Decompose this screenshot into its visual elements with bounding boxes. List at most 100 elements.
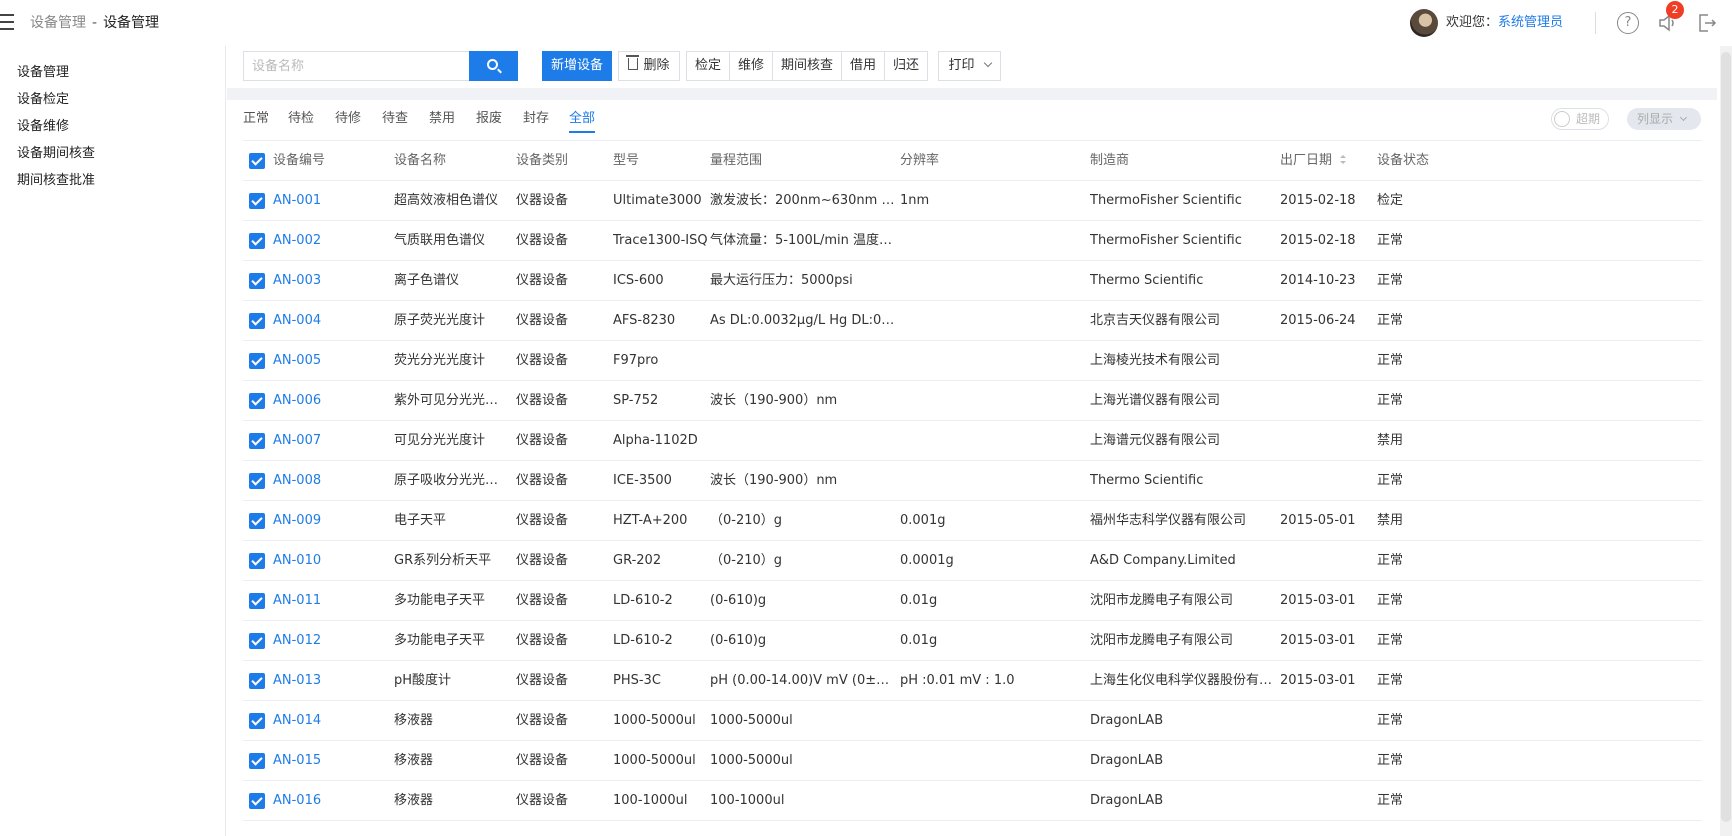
- table-row[interactable]: AN-007 可见分光光度计 仪器设备 Alpha-1102D 上海谱元仪器有限公司 禁用: [243, 421, 1702, 461]
- row-checkbox[interactable]: [249, 313, 265, 329]
- sidebar-item-interim-check[interactable]: 设备期间核查: [17, 145, 95, 163]
- cell-equipment-id[interactable]: AN-015: [273, 741, 383, 781]
- scrollbar-thumb[interactable]: [1721, 52, 1731, 822]
- table-row[interactable]: AN-015 移液器 仪器设备 1000-5000ul 1000-5000ul Drago…: [243, 741, 1702, 781]
- delete-button[interactable]: 删除: [618, 51, 680, 81]
- column-display-dropdown[interactable]: 列显示: [1627, 108, 1701, 130]
- row-checkbox[interactable]: [249, 353, 265, 369]
- cell-equipment-id[interactable]: AN-013: [273, 661, 383, 701]
- cell-equipment-category: 仪器设备: [516, 633, 569, 648]
- table-row[interactable]: AN-013 pH酸度计 仪器设备 PHS-3C pH (0.00-14.00)V mV…: [243, 661, 1702, 701]
- breadcrumb-parent[interactable]: 设备管理: [30, 15, 86, 31]
- return-button[interactable]: 归还: [884, 51, 928, 81]
- row-checkbox[interactable]: [249, 473, 265, 489]
- table-row[interactable]: AN-012 多功能电子天平 仪器设备 LD-610-2 (0-610)g 0.01g 沈阳…: [243, 621, 1702, 661]
- table-row[interactable]: AN-002 气质联用色谱仪 仪器设备 Trace1300-ISQ 气体流量：5-100…: [243, 221, 1702, 261]
- sidebar-item-equipment-repair[interactable]: 设备维修: [17, 118, 69, 136]
- tab-pending-repair[interactable]: 待修: [335, 110, 361, 128]
- cell-equipment-name: 移液器: [394, 713, 434, 728]
- print-dropdown[interactable]: 打印: [938, 51, 1001, 81]
- cell-equipment-id[interactable]: AN-005: [273, 341, 383, 381]
- logout-icon[interactable]: [1696, 12, 1718, 34]
- cell-equipment-status: 正常: [1377, 673, 1404, 688]
- cell-equipment-id[interactable]: AN-003: [273, 261, 383, 301]
- breadcrumb: 设备管理 - 设备管理: [30, 14, 159, 32]
- sidebar-item-interim-check-approval[interactable]: 期间核查批准: [17, 172, 95, 190]
- cell-model: PHS-3C: [613, 673, 661, 688]
- cell-equipment-status: 正常: [1377, 593, 1404, 608]
- table-row[interactable]: AN-004 原子荧光光度计 仪器设备 AFS-8230 As DL:0.0032μg/…: [243, 301, 1702, 341]
- row-checkbox[interactable]: [249, 673, 265, 689]
- row-checkbox[interactable]: [249, 593, 265, 609]
- cell-equipment-id[interactable]: AN-008: [273, 461, 383, 501]
- cell-equipment-id[interactable]: AN-009: [273, 501, 383, 541]
- borrow-button[interactable]: 借用: [841, 51, 885, 81]
- tab-sealed[interactable]: 封存: [523, 110, 549, 128]
- row-checkbox[interactable]: [249, 553, 265, 569]
- table-row[interactable]: AN-006 紫外可见分光光度计 仪器设备 SP-752 波长（190-900）nm 上海…: [243, 381, 1702, 421]
- table-row[interactable]: AN-011 多功能电子天平 仪器设备 LD-610-2 (0-610)g 0.01g 沈阳…: [243, 581, 1702, 621]
- hamburger-icon[interactable]: [0, 14, 14, 32]
- avatar[interactable]: [1410, 9, 1438, 37]
- cell-equipment-id[interactable]: AN-007: [273, 421, 383, 461]
- calibrate-button[interactable]: 检定: [686, 51, 730, 81]
- row-checkbox[interactable]: [249, 273, 265, 289]
- sidebar-item-equipment-management[interactable]: 设备管理: [17, 64, 69, 82]
- cell-resolution: 0.001g: [900, 513, 946, 528]
- table-row[interactable]: AN-010 GR系列分析天平 仪器设备 GR-202 （0-210）g 0.0001g A…: [243, 541, 1702, 581]
- table-row[interactable]: AN-003 离子色谱仪 仪器设备 ICS-600 最大运行压力：5000psi Ther…: [243, 261, 1702, 301]
- row-checkbox[interactable]: [249, 193, 265, 209]
- column-header-label: 分辨率: [900, 153, 940, 168]
- cell-equipment-id[interactable]: AN-014: [273, 701, 383, 741]
- help-circle-icon[interactable]: ?: [1617, 12, 1639, 34]
- overdue-toggle[interactable]: 超期: [1551, 108, 1609, 130]
- cell-equipment-id[interactable]: AN-010: [273, 541, 383, 581]
- cell-equipment-id[interactable]: AN-001: [273, 181, 383, 221]
- table-row[interactable]: AN-009 电子天平 仪器设备 HZT-A+200 （0-210）g 0.001g 福州华…: [243, 501, 1702, 541]
- cell-resolution: [900, 221, 1085, 261]
- row-checkbox[interactable]: [249, 753, 265, 769]
- cell-equipment-status: 正常: [1377, 753, 1404, 768]
- add-equipment-button[interactable]: 新增设备: [542, 51, 612, 81]
- search-input[interactable]: [243, 51, 469, 81]
- username-link[interactable]: 系统管理员: [1498, 15, 1563, 30]
- row-checkbox[interactable]: [249, 513, 265, 529]
- cell-manufacturer: 福州华志科学仪器有限公司: [1090, 513, 1247, 528]
- column-header-manufacture-date[interactable]: 出厂日期: [1280, 141, 1372, 181]
- cell-equipment-id[interactable]: AN-004: [273, 301, 383, 341]
- tab-disabled[interactable]: 禁用: [429, 110, 455, 128]
- vertical-scrollbar[interactable]: [1720, 46, 1732, 836]
- tab-pending-check[interactable]: 待查: [382, 110, 408, 128]
- cell-equipment-name: 原子吸收分光光度计: [394, 473, 509, 488]
- cell-equipment-id[interactable]: AN-002: [273, 221, 383, 261]
- repair-button[interactable]: 维修: [729, 51, 773, 81]
- table-row[interactable]: AN-001 超高效液相色谱仪 仪器设备 Ultimate3000 激发波长：200nm…: [243, 181, 1702, 221]
- tab-all[interactable]: 全部: [569, 110, 596, 133]
- sidebar-item-equipment-calibration[interactable]: 设备检定: [17, 91, 69, 109]
- row-checkbox[interactable]: [249, 433, 265, 449]
- row-checkbox[interactable]: [249, 393, 265, 409]
- cell-equipment-id[interactable]: AN-016: [273, 781, 383, 821]
- select-all-checkbox[interactable]: [249, 153, 265, 169]
- tab-pending-calibration[interactable]: 待检: [288, 110, 314, 128]
- cell-equipment-id[interactable]: AN-012: [273, 621, 383, 661]
- search-button[interactable]: [469, 51, 518, 81]
- table-row[interactable]: AN-005 荧光分光光度计 仪器设备 F97pro 上海棱光技术有限公司 正常: [243, 341, 1702, 381]
- row-checkbox[interactable]: [249, 233, 265, 249]
- row-checkbox[interactable]: [249, 713, 265, 729]
- tab-normal[interactable]: 正常: [243, 110, 269, 128]
- top-header: 设备管理 - 设备管理 欢迎您：系统管理员 ? 2: [0, 0, 1732, 46]
- table-row[interactable]: AN-008 原子吸收分光光度计 仪器设备 ICE-3500 波长（190-900）nm…: [243, 461, 1702, 501]
- interim-check-button[interactable]: 期间核查: [772, 51, 842, 81]
- row-checkbox[interactable]: [249, 633, 265, 649]
- row-checkbox[interactable]: [249, 793, 265, 809]
- cell-model: Ultimate3000: [613, 193, 702, 208]
- toolbar-separator: [227, 88, 1717, 100]
- cell-equipment-id[interactable]: AN-011: [273, 581, 383, 621]
- cell-manufacturer: 上海光谱仪器有限公司: [1090, 393, 1221, 408]
- table-row[interactable]: AN-016 移液器 仪器设备 100-1000ul 100-1000ul DragonL…: [243, 781, 1702, 821]
- table-row[interactable]: AN-014 移液器 仪器设备 1000-5000ul 1000-5000ul Drago…: [243, 701, 1702, 741]
- sort-icon[interactable]: [1340, 155, 1347, 165]
- cell-equipment-id[interactable]: AN-006: [273, 381, 383, 421]
- tab-scrapped[interactable]: 报废: [476, 110, 502, 128]
